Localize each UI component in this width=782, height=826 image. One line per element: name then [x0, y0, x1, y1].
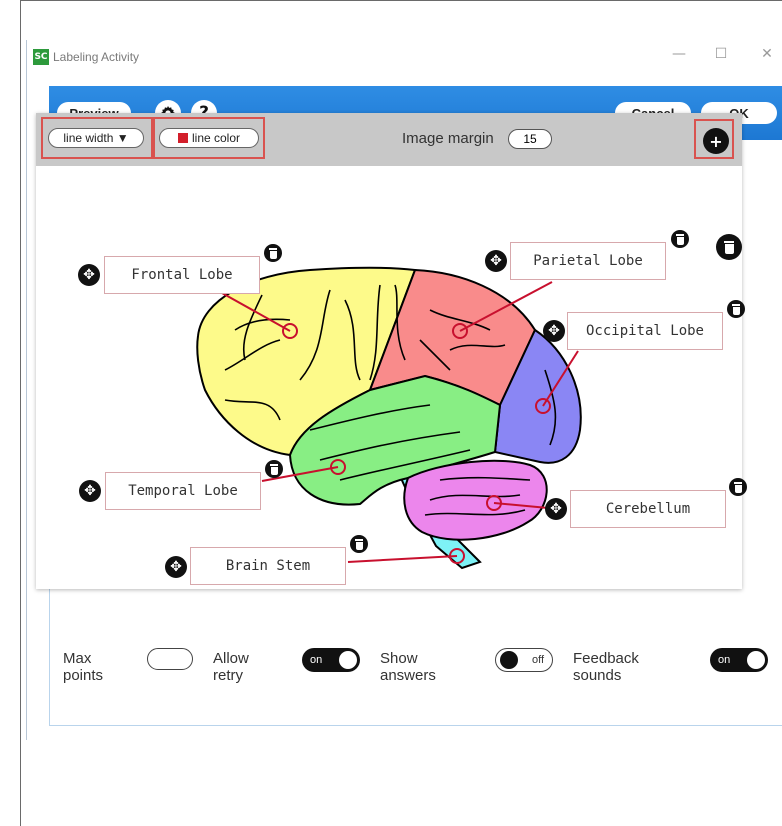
- allow-retry-toggle[interactable]: on: [302, 648, 360, 672]
- label-parietal-lobe[interactable]: Parietal Lobe: [510, 242, 666, 280]
- feedback-sounds-label: Feedback sounds: [573, 650, 639, 684]
- parietal-target[interactable]: [452, 323, 468, 339]
- trash-icon[interactable]: [350, 535, 368, 553]
- move-icon[interactable]: ✥: [543, 320, 565, 342]
- move-icon[interactable]: ✥: [165, 556, 187, 578]
- show-answers-label: Show answers: [380, 650, 436, 684]
- label-brain-stem[interactable]: Brain Stem: [190, 547, 346, 585]
- cerebellum-region: [403, 459, 548, 541]
- toggle-state: off: [531, 654, 544, 666]
- move-icon[interactable]: ✥: [79, 480, 101, 502]
- occipital-target[interactable]: [535, 398, 551, 414]
- trash-icon[interactable]: [264, 244, 282, 262]
- brainstem-target[interactable]: [449, 548, 465, 564]
- toggle-knob: [500, 651, 518, 669]
- temporal-target[interactable]: [330, 459, 346, 475]
- frontal-target[interactable]: [282, 323, 298, 339]
- toggle-knob: [339, 651, 357, 669]
- label-cerebellum[interactable]: Cerebellum: [570, 490, 726, 528]
- toggle-state: on: [310, 654, 323, 666]
- toggle-state: on: [718, 654, 731, 666]
- allow-retry-label: Allow retry: [213, 650, 249, 684]
- cerebellum-target[interactable]: [486, 495, 502, 511]
- trash-icon[interactable]: [729, 478, 747, 496]
- brain-diagram: [196, 266, 582, 570]
- label-frontal-lobe[interactable]: Frontal Lobe: [104, 256, 260, 294]
- feedback-sounds-toggle[interactable]: on: [710, 648, 768, 672]
- show-answers-toggle[interactable]: off: [495, 648, 553, 672]
- trash-icon[interactable]: [727, 300, 745, 318]
- label-occipital-lobe[interactable]: Occipital Lobe: [567, 312, 723, 350]
- trash-icon[interactable]: [265, 460, 283, 478]
- label-temporal-lobe[interactable]: Temporal Lobe: [105, 472, 261, 510]
- max-points-label: Max points: [63, 650, 104, 684]
- max-points-input[interactable]: [147, 648, 193, 670]
- move-icon[interactable]: ✥: [545, 498, 567, 520]
- move-icon[interactable]: ✥: [78, 264, 100, 286]
- move-icon[interactable]: ✥: [485, 250, 507, 272]
- toggle-knob: [747, 651, 765, 669]
- delete-all-icon[interactable]: [716, 234, 742, 260]
- trash-icon[interactable]: [671, 230, 689, 248]
